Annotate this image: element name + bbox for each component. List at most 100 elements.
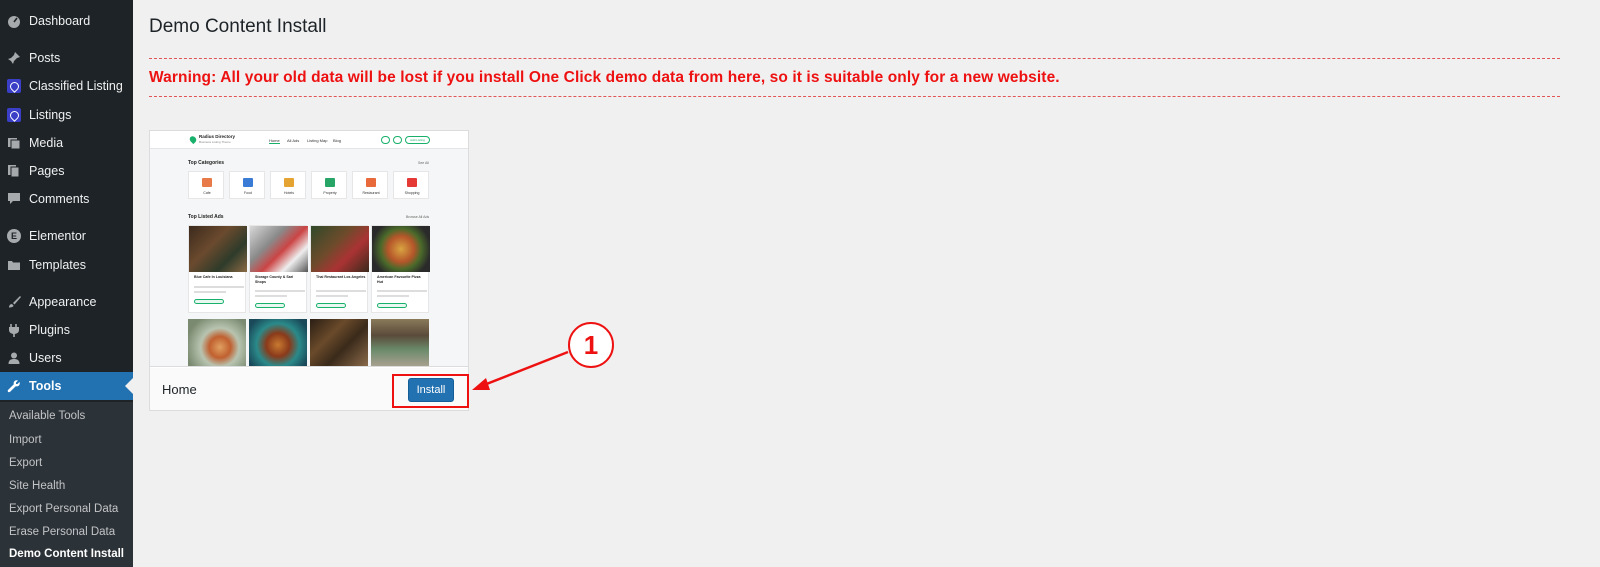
- preview-ad-meta: [194, 286, 244, 288]
- preview-ad-image: [371, 319, 429, 366]
- submenu-item-site-health[interactable]: Site Health: [9, 480, 65, 492]
- preview-ad-badge: [377, 303, 407, 308]
- submenu-item-export[interactable]: Export: [9, 457, 42, 469]
- demo-card: Radius Directory Business Listing Theme …: [149, 130, 469, 411]
- sidebar-item-label: Users: [29, 351, 62, 365]
- preview-header: Radius Directory Business Listing Theme …: [150, 131, 468, 149]
- pin-icon: [7, 51, 21, 65]
- preview-category-hotels: Hotels: [270, 171, 306, 199]
- preview-ad-image: [188, 319, 246, 366]
- preview-add-listing-button: Add Listing: [405, 136, 430, 144]
- plugin-icon: [7, 323, 21, 337]
- sidebar-item-dashboard[interactable]: Dashboard: [0, 7, 133, 35]
- sidebar-item-listings[interactable]: Listings: [0, 101, 133, 129]
- sidebar-item-label: Posts: [29, 51, 61, 65]
- preview-ad-meta: [255, 290, 305, 292]
- property-icon: [325, 178, 335, 187]
- sidebar-item-users[interactable]: Users: [0, 344, 133, 372]
- page-title: Demo Content Install: [149, 16, 327, 37]
- warning-divider-top: [149, 58, 1560, 59]
- search-icon: [381, 136, 390, 144]
- preview-nav-listing-map: Listing Map: [307, 138, 328, 143]
- admin-sidebar: Dashboard Posts Classified Listing Listi…: [0, 0, 133, 567]
- preview-ad-meta: [377, 290, 427, 292]
- submenu-item-demo-content-install[interactable]: Demo Content Install: [9, 548, 124, 560]
- preview-ad-image: [249, 319, 307, 366]
- folder-icon: [7, 258, 21, 272]
- sidebar-item-label: Elementor: [29, 229, 86, 243]
- preview-ad-title: Blue Cafe In Louisiana: [194, 275, 233, 279]
- preview-ad-meta: [377, 295, 409, 297]
- preview-ad-card: American Favourite Pizza Hut: [371, 225, 430, 313]
- sidebar-item-label: Classified Listing: [29, 79, 123, 93]
- preview-ad-image: [311, 226, 369, 272]
- submenu-item-export-personal-data[interactable]: Export Personal Data: [9, 503, 118, 515]
- wrench-icon: [7, 379, 21, 393]
- preview-ad-meta: [194, 291, 226, 293]
- preview-top-categories-heading: Top Categories: [188, 160, 225, 166]
- dashboard-icon: [7, 14, 21, 28]
- preview-ad-card: Blue Cafe In Louisiana: [188, 225, 247, 313]
- sidebar-item-label: Media: [29, 136, 64, 150]
- preview-ad-image: [250, 226, 308, 272]
- sidebar-item-comments[interactable]: Comments: [0, 185, 133, 213]
- sidebar-item-plugins[interactable]: Plugins: [0, 316, 133, 344]
- sidebar-item-label: Pages: [29, 164, 65, 178]
- preview-nav-blog: Blog: [333, 138, 342, 143]
- food-icon: [243, 178, 253, 187]
- tools-submenu: Available Tools Import Export Site Healt…: [0, 402, 133, 567]
- preview-categories-see-all: See All: [418, 161, 429, 165]
- sidebar-item-label: Plugins: [29, 323, 70, 337]
- pages-icon: [7, 164, 21, 178]
- preview-nav-home: Home: [269, 138, 280, 144]
- sidebar-item-templates[interactable]: Templates: [0, 251, 133, 279]
- sidebar-item-media[interactable]: Media: [0, 129, 133, 157]
- preview-ad-title: Storage County & Sari Shops: [255, 275, 294, 284]
- cafe-icon: [202, 178, 212, 187]
- user-icon: [393, 136, 402, 144]
- preview-ad-card: Thai Restaurant Los Angeles: [310, 225, 369, 313]
- classified-listing-icon: [7, 79, 21, 93]
- submenu-item-available-tools[interactable]: Available Tools: [9, 410, 85, 422]
- sidebar-item-posts[interactable]: Posts: [0, 44, 133, 72]
- user-icon: [7, 351, 21, 365]
- preview-ad-title: Thai Restaurant Los Angeles: [316, 275, 366, 279]
- preview-category-cafe: Cafe: [188, 171, 224, 199]
- preview-ad-card: Storage County & Sari Shops: [249, 225, 308, 313]
- preview-top-ads-heading: Top Listed Ads: [188, 214, 224, 220]
- sidebar-item-label: Listings: [29, 108, 72, 122]
- highlight-box: [392, 374, 469, 408]
- sidebar-item-label: Dashboard: [29, 14, 91, 28]
- preview-nav-all-ads: All Ads: [287, 138, 300, 143]
- submenu-item-import[interactable]: Import: [9, 434, 42, 446]
- preview-ad-meta: [255, 295, 287, 297]
- preview-ad-badge: [316, 303, 346, 308]
- logo-icon: [188, 134, 198, 145]
- sidebar-item-label: Comments: [29, 192, 90, 206]
- sidebar-item-classified-listing[interactable]: Classified Listing: [0, 72, 133, 100]
- demo-preview-image[interactable]: Radius Directory Business Listing Theme …: [150, 131, 468, 367]
- preview-logo-title: Radius Directory: [199, 134, 236, 139]
- preview-logo-subtitle: Business Listing Theme: [199, 140, 231, 144]
- hotel-icon: [284, 178, 294, 187]
- sidebar-item-label: Tools: [29, 379, 62, 393]
- preview-category-food: Food: [229, 171, 265, 199]
- sidebar-item-pages[interactable]: Pages: [0, 157, 133, 185]
- demo-name: Home: [162, 382, 197, 397]
- preview-category-restaurant: Restaurant: [352, 171, 388, 199]
- preview-category-property: Property: [311, 171, 347, 199]
- preview-ads-browse-all: Browse All Ads: [406, 215, 430, 219]
- preview-ad-title: American Favourite Pizza Hut: [377, 275, 421, 284]
- comment-icon: [7, 192, 21, 206]
- preview-ad-badge: [255, 303, 285, 308]
- step-number-badge: 1: [568, 322, 614, 368]
- preview-ad-image: [310, 319, 368, 366]
- sidebar-item-tools[interactable]: Tools: [0, 372, 133, 400]
- shopping-icon: [407, 178, 417, 187]
- preview-ad-meta: [316, 290, 366, 292]
- elementor-icon: E: [7, 229, 21, 243]
- sidebar-item-elementor[interactable]: E Elementor: [0, 222, 133, 250]
- brush-icon: [7, 295, 21, 309]
- submenu-item-erase-personal-data[interactable]: Erase Personal Data: [9, 526, 115, 538]
- sidebar-item-appearance[interactable]: Appearance: [0, 288, 133, 316]
